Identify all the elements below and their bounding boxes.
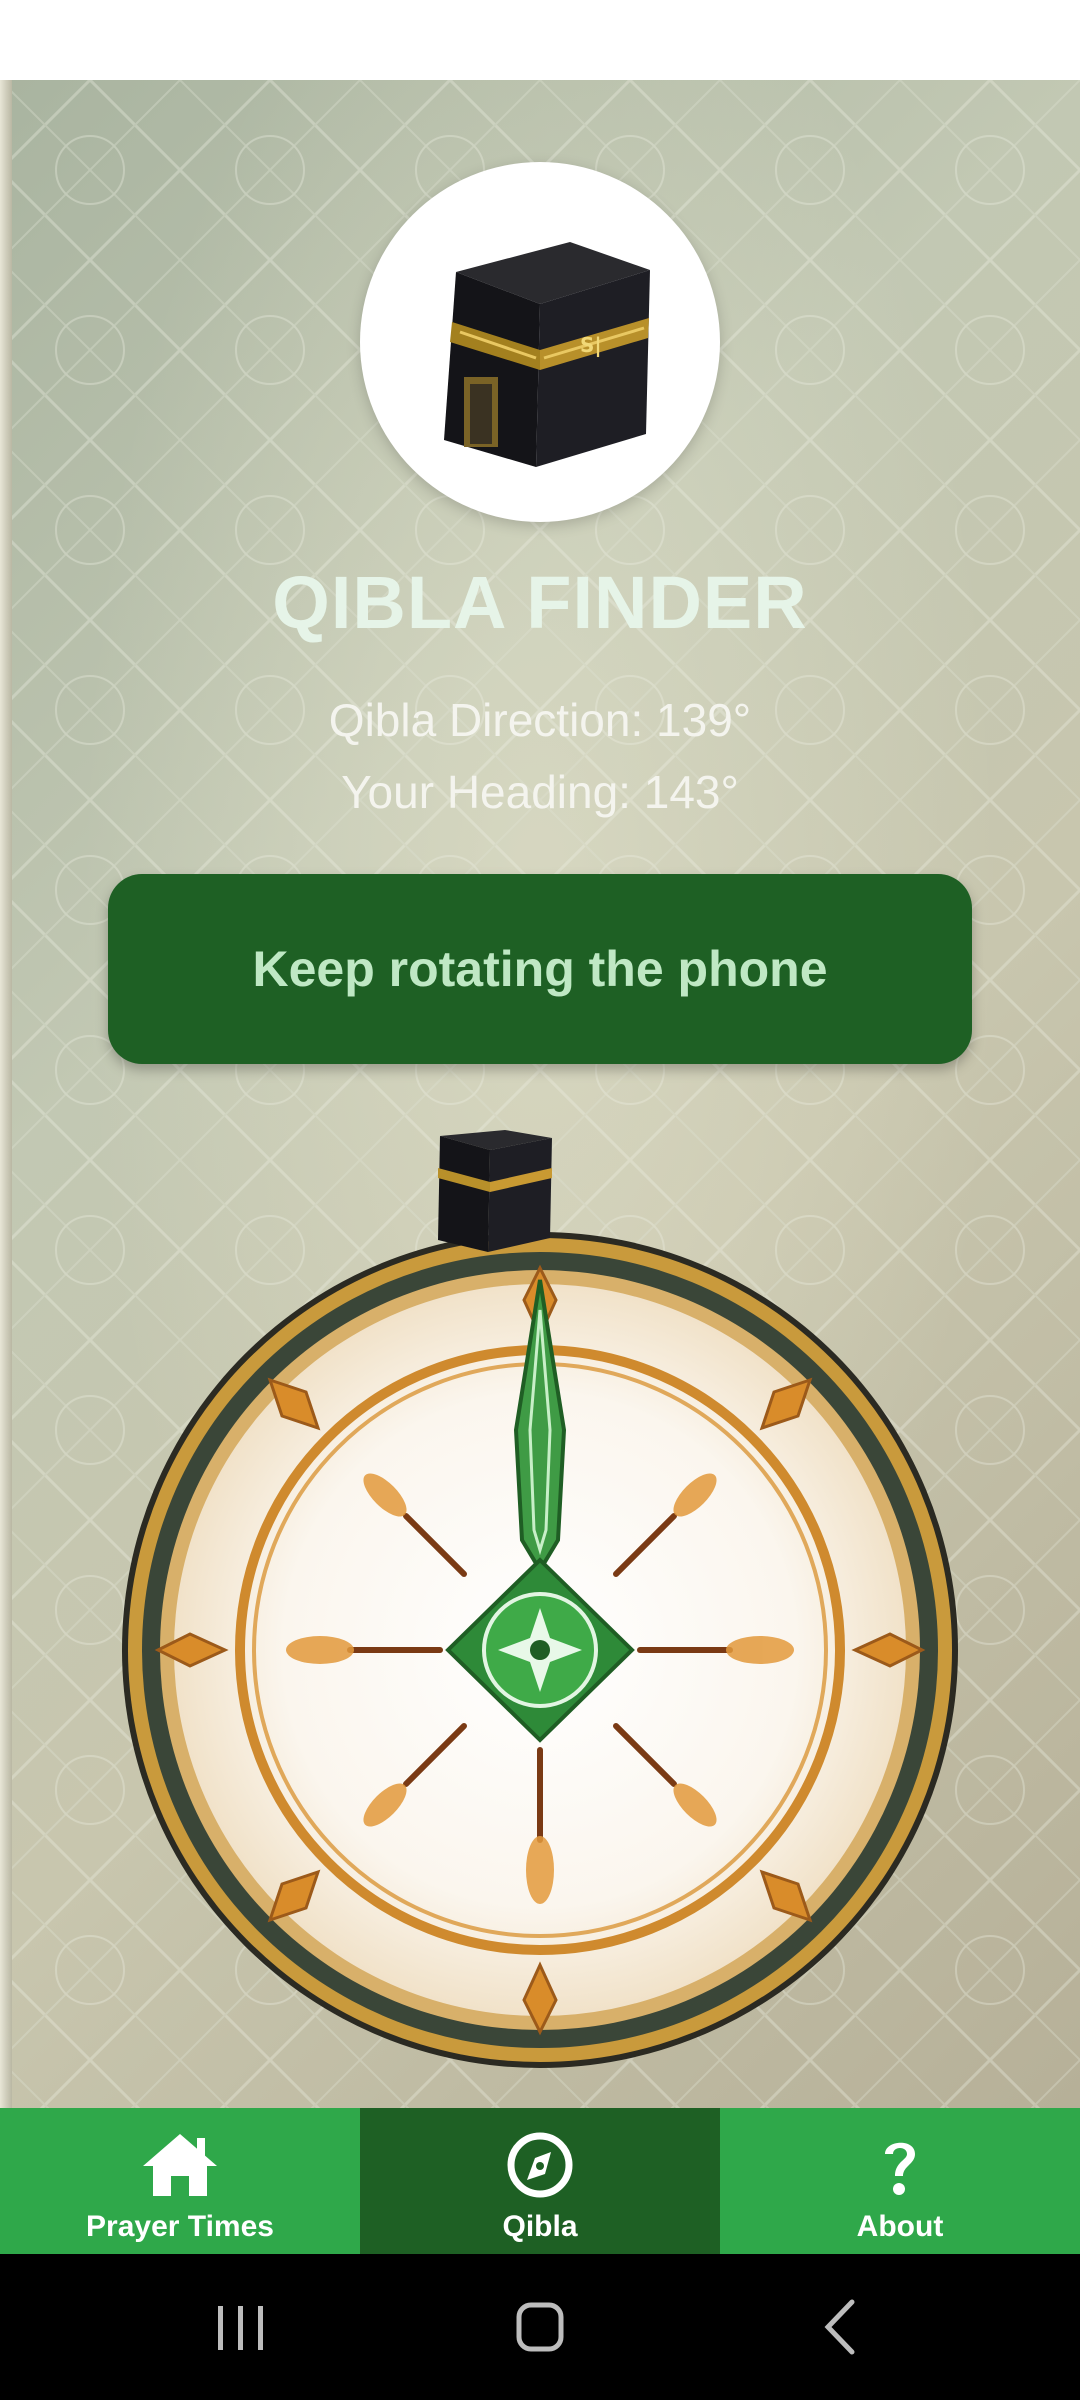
- left-border-strip: [0, 80, 12, 2108]
- home-icon: [143, 2134, 217, 2196]
- qibla-compass: [120, 1130, 960, 2070]
- kaaba-icon: S|: [444, 242, 650, 467]
- heading-readout: Your Heading: 143°: [341, 766, 739, 818]
- nav-about[interactable]: About: [720, 2108, 1080, 2254]
- app-screen: S| QIBLA FINDER Qibla Direction: 139° Yo…: [0, 0, 1080, 2400]
- back-icon[interactable]: [800, 2292, 880, 2362]
- page-title: QIBLA FINDER: [272, 561, 808, 644]
- rotation-status-banner: Keep rotating the phone: [108, 874, 972, 1064]
- qibla-page: S| QIBLA FINDER Qibla Direction: 139° Yo…: [0, 80, 1080, 2108]
- qibla-direction-readout: Qibla Direction: 139°: [328, 694, 752, 746]
- nav-qibla[interactable]: Qibla: [360, 2108, 720, 2254]
- nav-prayer-times[interactable]: Prayer Times: [0, 2108, 360, 2254]
- compass-dial: [122, 1130, 958, 2068]
- kaaba-badge: S|: [360, 162, 720, 522]
- kaaba-marker-icon: [438, 1130, 552, 1252]
- nav-about-label: About: [856, 2210, 944, 2243]
- recents-icon[interactable]: [200, 2292, 280, 2362]
- nav-qibla-label: Qibla: [502, 2210, 578, 2243]
- question-icon: [885, 2142, 915, 2195]
- bottom-nav: Prayer Times Qibla About: [0, 2108, 1080, 2254]
- system-navigation-bar: [0, 2254, 1080, 2400]
- status-bar: [0, 0, 1080, 80]
- svg-text:S|: S|: [580, 333, 602, 357]
- nav-prayer-times-label: Prayer Times: [86, 2210, 274, 2243]
- compass-icon: [507, 2132, 573, 2198]
- home-circle-icon[interactable]: [500, 2292, 580, 2362]
